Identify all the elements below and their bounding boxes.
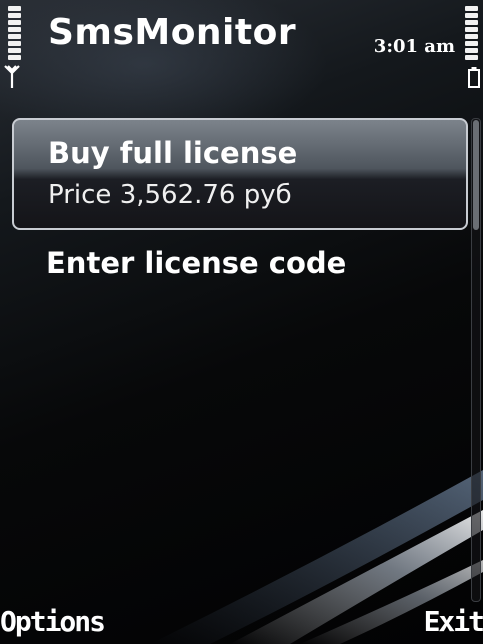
list-item-title: Buy full license — [48, 136, 298, 170]
list-item-price: Price 3,562.76 руб — [48, 180, 292, 210]
list-item-buy-full-license[interactable]: Buy full license Price 3,562.76 руб — [12, 118, 468, 230]
scrollbar-thumb[interactable] — [473, 120, 479, 230]
clock: 3:01 am — [373, 36, 455, 57]
list-item-title: Enter license code — [46, 246, 347, 280]
status-bar: SmsMonitor 3:01 am — [0, 0, 483, 110]
exit-softkey[interactable]: Exit — [424, 605, 483, 638]
license-menu-list: Buy full license Price 3,562.76 руб Ente… — [12, 118, 470, 290]
scrollbar[interactable] — [471, 118, 481, 602]
options-softkey[interactable]: Options — [0, 605, 106, 638]
app-title: SmsMonitor — [48, 12, 297, 53]
list-item-enter-license-code[interactable]: Enter license code — [12, 230, 468, 290]
antenna-icon — [4, 65, 20, 88]
phone-screen: SmsMonitor 3:01 am Buy full license Pric… — [0, 0, 483, 644]
battery-icon — [468, 67, 480, 88]
